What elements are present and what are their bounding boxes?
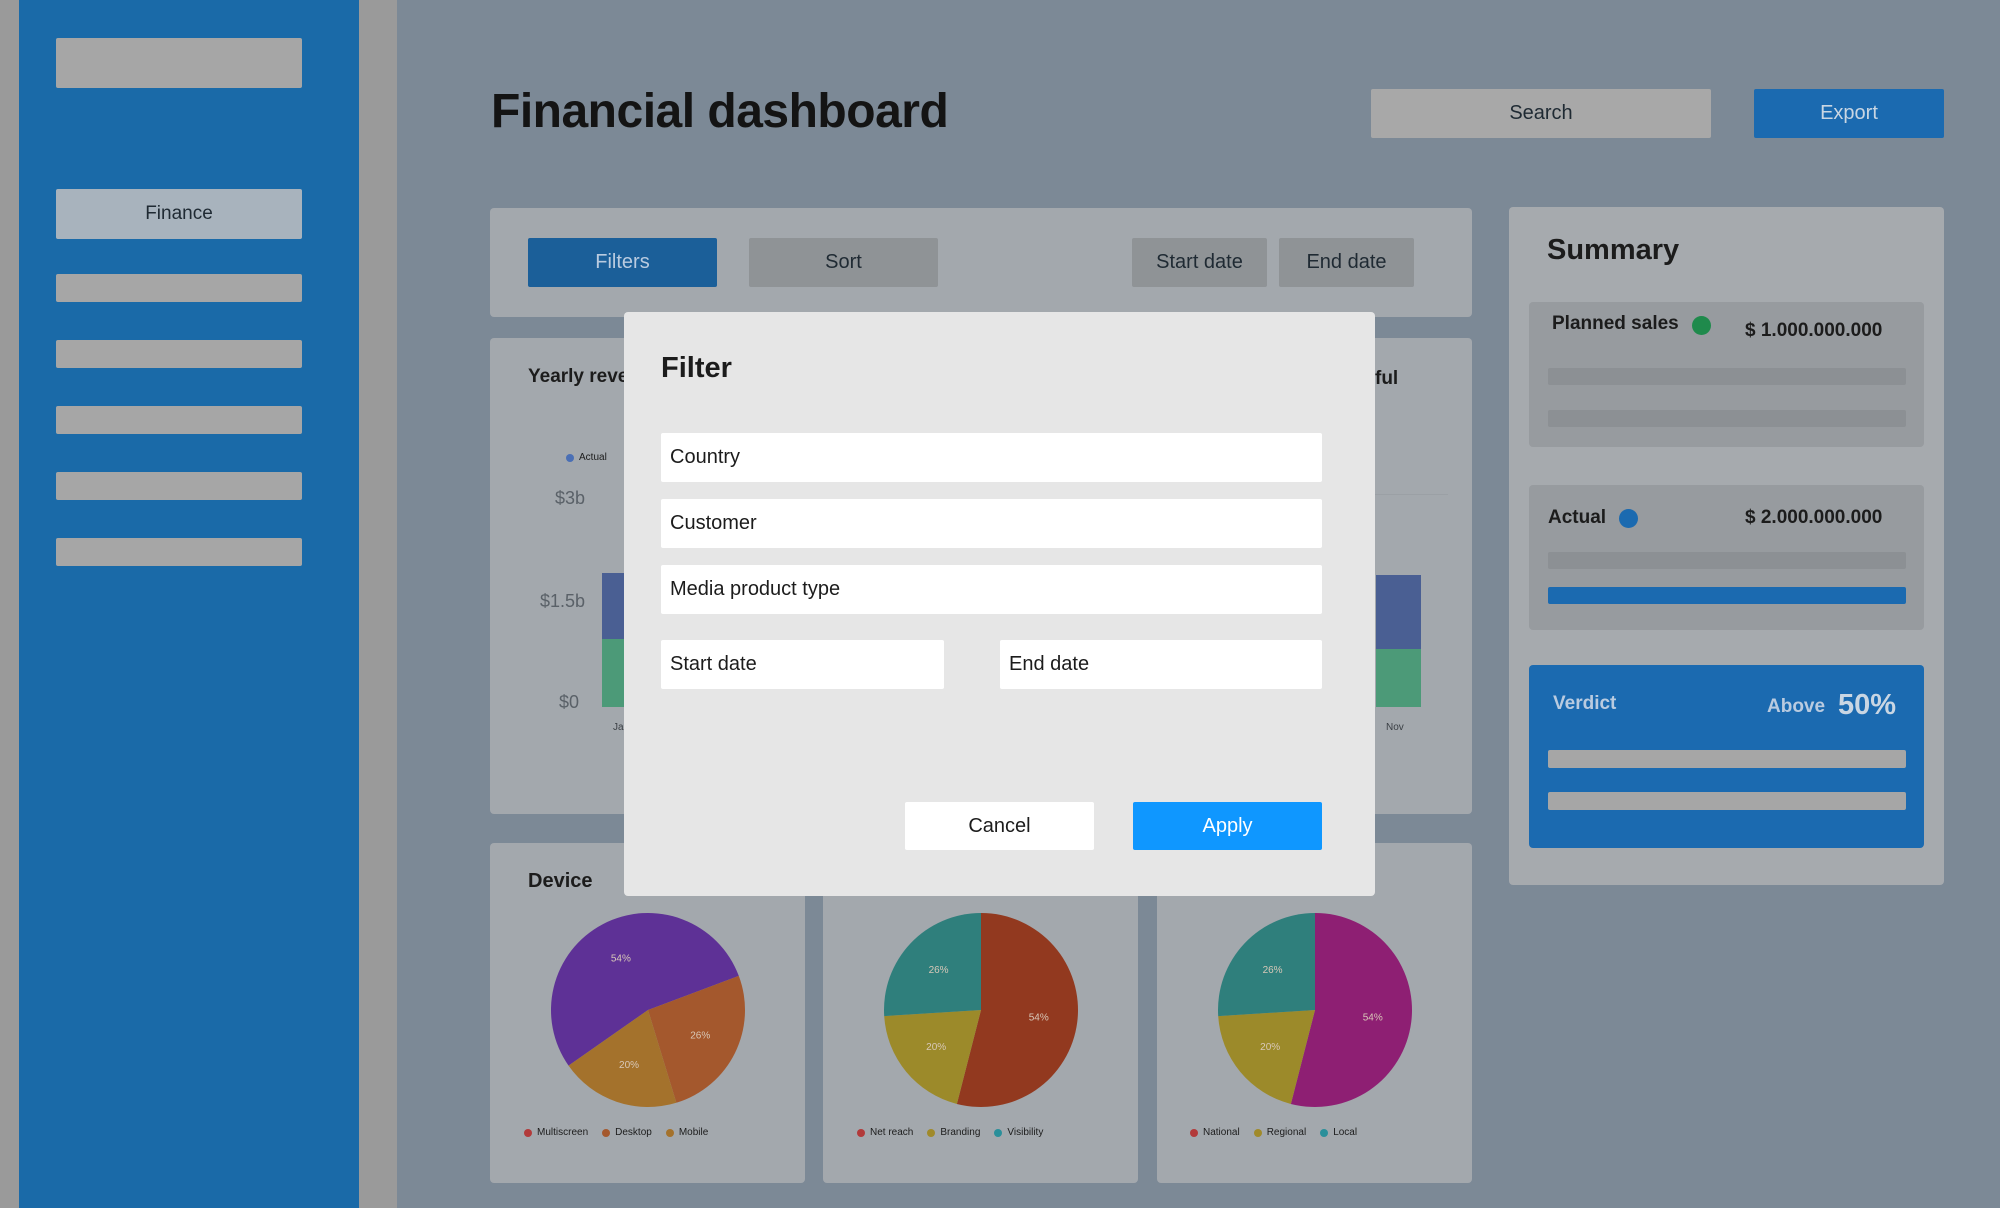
placeholder-bar (1548, 368, 1906, 385)
cancel-button[interactable]: Cancel (905, 802, 1094, 850)
modal-end-date-field[interactable]: End date (1000, 640, 1322, 689)
actual-progress-bar (1548, 587, 1906, 604)
legend-dot (1253, 1128, 1262, 1137)
legend-item: Branding (927, 1127, 980, 1138)
media-product-type-field[interactable]: Media product type (661, 565, 1322, 614)
pie-slice-label: 20% (1260, 1042, 1280, 1053)
summary-title: Summary (1547, 234, 1680, 266)
pie-slice-label: 26% (929, 965, 949, 976)
verdict-percent: 50% (1838, 689, 1897, 721)
pie-legend-device: Multiscreen Desktop Mobile (524, 1127, 708, 1138)
actual-status-dot (1619, 509, 1638, 528)
verdict-label: Verdict (1553, 693, 1617, 714)
legend-item: Mobile (665, 1127, 709, 1138)
legend-label: Net reach (870, 1127, 914, 1138)
verdict-above: Above (1767, 696, 1826, 717)
legend-dot (665, 1128, 674, 1137)
legend-item: Multiscreen (524, 1127, 588, 1138)
legend-label: National (1203, 1127, 1240, 1138)
planned-sales-value: $ 1.000.000.000 (1745, 320, 1883, 341)
legend-label: Local (1333, 1127, 1358, 1138)
planned-status-dot (1692, 316, 1711, 335)
placeholder-bar (1548, 792, 1906, 810)
pie-legend-3: National Regional Local (1190, 1127, 1357, 1138)
planned-sales-label: Planned sales (1552, 313, 1679, 334)
legend-label: Regional (1266, 1127, 1307, 1138)
legend-label: Mobile (678, 1127, 709, 1138)
filter-modal-title: Filter (661, 352, 732, 384)
pie-slice-label: 26% (1263, 965, 1283, 976)
legend-item: National (1190, 1127, 1240, 1138)
pie-slice-label: 54% (611, 954, 631, 965)
legend-label: Multiscreen (537, 1127, 589, 1138)
legend-label: Visibility (1007, 1127, 1044, 1138)
placeholder-bar (1548, 750, 1906, 768)
placeholder-bar (1548, 552, 1906, 569)
legend-dot (1190, 1128, 1198, 1137)
legend-label: Desktop (615, 1127, 652, 1138)
country-field[interactable]: Country (661, 433, 1322, 482)
pie-slice-label: 26% (690, 1031, 710, 1042)
customer-field[interactable]: Customer (661, 499, 1322, 548)
legend-item: Regional (1253, 1127, 1307, 1138)
actual-value: $ 2.000.000.000 (1745, 507, 1883, 528)
legend-dot (857, 1128, 865, 1137)
actual-label: Actual (1548, 507, 1607, 528)
legend-dot (927, 1128, 936, 1137)
pie-slice-label: 54% (1363, 1012, 1383, 1023)
pie-slice-label: 54% (1029, 1012, 1049, 1023)
pie-slice-label: 20% (619, 1060, 639, 1071)
placeholder-bar (1548, 410, 1906, 427)
pie-legend-2: Net reach Branding Visibility (857, 1127, 1043, 1138)
legend-item: Local (1320, 1127, 1357, 1138)
legend-item: Net reach (857, 1127, 913, 1138)
legend-dot (524, 1128, 532, 1137)
pie-slice-label: 20% (926, 1042, 946, 1053)
legend-label: Branding (940, 1127, 981, 1138)
legend-item: Desktop (602, 1127, 652, 1138)
apply-button[interactable]: Apply (1133, 802, 1322, 850)
legend-dot (602, 1128, 611, 1137)
legend-dot (994, 1128, 1003, 1137)
legend-dot (1320, 1128, 1329, 1137)
legend-item: Visibility (994, 1127, 1043, 1138)
modal-start-date-field[interactable]: Start date (661, 640, 944, 689)
